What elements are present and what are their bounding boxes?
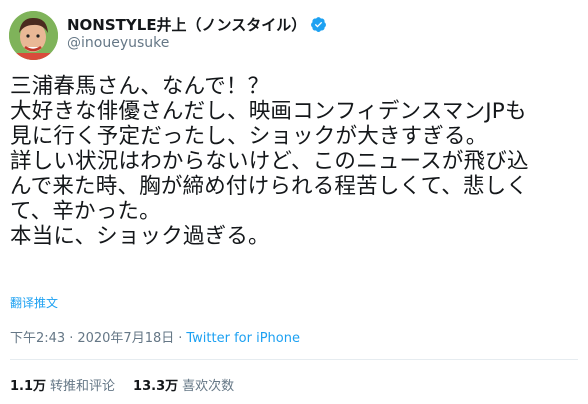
display-name-text: NONSTYLE井上（ノンスタイル） — [67, 16, 307, 34]
tweet-line: 詳しい状況はわからないけど、このニュースが飛び込 — [10, 149, 529, 174]
tweet-text: 三浦春馬さん、なんで！？ 大好きな俳優さんだし、映画コンフィデンスマンJPも 見… — [10, 74, 578, 249]
likes-count: 13.3万 — [133, 379, 179, 394]
meta-separator: · — [178, 331, 183, 346]
tweet-line: て、辛かった。 — [10, 199, 161, 224]
tweet-line: 本当に、ショック過ぎる。 — [10, 224, 270, 249]
retweets-count: 1.1万 — [10, 379, 47, 394]
likes-stat[interactable]: 13.3万 喜欢次数 — [133, 379, 234, 394]
tweet-time[interactable]: 下午2:43 — [10, 331, 65, 346]
tweet-date[interactable]: 2020年7月18日 — [77, 331, 174, 346]
tweet-line: んで来た時、胸が締め付けられる程苦しくて、悲しく — [10, 174, 529, 199]
user-handle[interactable]: @inoueyusuke — [67, 35, 169, 51]
likes-label: 喜欢次数 — [182, 379, 235, 394]
tweet-timestamp: 下午2:43 · 2020年7月18日 · Twitter for iPhone — [10, 327, 300, 346]
tweet-card: NONSTYLE井上（ノンスタイル） @inoueyusuke 三浦春馬さん、な… — [0, 0, 588, 404]
translate-tweet-link[interactable]: 翻译推文 — [10, 294, 58, 311]
engagement-stats: 1.1万 转推和评论 13.3万 喜欢次数 — [10, 375, 234, 394]
meta-separator: · — [69, 331, 74, 346]
display-name[interactable]: NONSTYLE井上（ノンスタイル） — [67, 14, 327, 37]
tweet-source-link[interactable]: Twitter for iPhone — [186, 331, 300, 346]
verified-badge-icon — [310, 16, 327, 37]
avatar-image — [9, 11, 58, 60]
divider — [10, 359, 578, 360]
tweet-line: 大好きな俳優さんだし、映画コンフィデンスマンJPも — [10, 99, 527, 124]
avatar[interactable] — [9, 11, 58, 60]
retweets-label: 转推和评论 — [50, 379, 116, 394]
tweet-line: 見に行く予定だったし、ショックが大きすぎる。 — [10, 124, 488, 149]
tweet-line: 三浦春馬さん、なんで！？ — [10, 74, 270, 99]
retweets-stat[interactable]: 1.1万 转推和评论 — [10, 379, 115, 394]
